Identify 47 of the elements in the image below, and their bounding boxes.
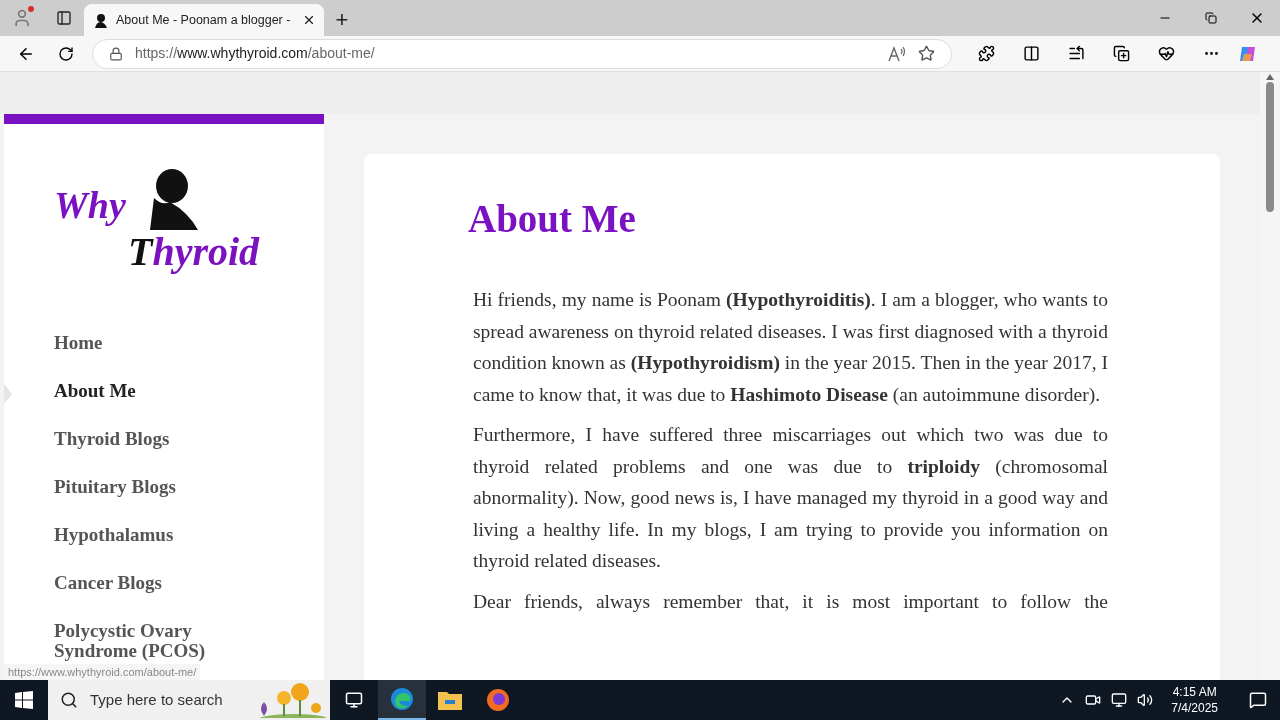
- paragraph: Hi friends, my name is Poonam (Hypothyroiditis). I am a blogger, who wants to spread awareness on thyroid related diseases. I was first diagnosed with a thyroid condition known as (Hypothyroidism) in the year 2015. Then in the year 2017, I came to know that, it was due to Hashimoto Disease (an autoimmune disorder).: [473, 288, 1108, 407]
- lock-icon: [109, 46, 123, 61]
- browser-tab[interactable]: About Me - Poonam a blogger -: [84, 4, 324, 36]
- logo-text: Why: [54, 186, 126, 224]
- camera-icon[interactable]: [1085, 692, 1102, 708]
- new-tab-button[interactable]: +: [324, 4, 360, 36]
- folder-icon[interactable]: [438, 690, 462, 710]
- volume-icon[interactable]: [1137, 692, 1154, 708]
- collections-icon[interactable]: [1112, 45, 1130, 62]
- logo-text: Thyroid: [128, 232, 260, 272]
- paragraph: Dear friends, always remember that, it is most important to follow the: [473, 589, 1108, 614]
- close-icon[interactable]: [302, 13, 316, 27]
- tab-actions-icon[interactable]: [56, 10, 72, 26]
- favorites-icon[interactable]: [1067, 45, 1085, 62]
- firefox-icon[interactable]: [486, 688, 510, 712]
- edge-icon[interactable]: [390, 687, 414, 711]
- notifications-icon[interactable]: [1249, 691, 1267, 709]
- nav-link[interactable]: Hypothalamus: [54, 522, 254, 545]
- site-logo[interactable]: Why Thyroid: [54, 168, 274, 280]
- favicon-icon: [92, 12, 108, 28]
- scroll-up-icon[interactable]: [1266, 74, 1274, 80]
- restore-icon[interactable]: [1205, 12, 1217, 24]
- nav-link[interactable]: Polycystic Ovary Syndrome (PCOS): [54, 618, 254, 661]
- tab-title: About Me - Poonam a blogger -: [116, 11, 292, 29]
- page-title: About Me: [468, 196, 637, 242]
- address-bar[interactable]: https://www.whythyroid.com/about-me/: [92, 38, 952, 69]
- browser-essentials-icon[interactable]: [1157, 45, 1175, 62]
- status-url: https://www.whythyroid.com/about-me/: [4, 663, 201, 680]
- favorite-icon[interactable]: [918, 45, 935, 62]
- paragraph: Furthermore, I have suffered three miscarriages out which two was due to thyroid related problems and one was due to triploidy (chromosomal abnormality). Now, good news is, I have managed my thyroid in a good way and living a healthy life. In my blogs, I am trying to provide you information on thyroid related diseases.: [473, 423, 1108, 573]
- taskbar-search-field[interactable]: Type here to search: [48, 680, 330, 720]
- search-icon: [60, 691, 78, 709]
- profile-icon[interactable]: [12, 8, 32, 28]
- split-screen-icon[interactable]: [1022, 45, 1040, 62]
- extensions-icon[interactable]: [977, 45, 995, 62]
- nav-link[interactable]: Pituitary Blogs: [54, 474, 254, 497]
- nav-link[interactable]: Home: [54, 330, 254, 353]
- reload-icon[interactable]: [58, 45, 74, 62]
- active-marker-icon: [4, 384, 12, 404]
- start-icon[interactable]: [15, 691, 33, 709]
- read-aloud-icon[interactable]: [888, 45, 906, 62]
- nav-link[interactable]: Thyroid Blogs: [54, 426, 254, 449]
- scrollbar-thumb[interactable]: [1266, 82, 1274, 212]
- clock[interactable]: 4:15 AM 7/4/2025: [1163, 684, 1226, 716]
- nav-link[interactable]: About Me: [54, 378, 254, 401]
- url-text: https://www.whythyroid.com/about-me/: [135, 44, 376, 63]
- nav-link[interactable]: Cancer Blogs: [54, 570, 254, 593]
